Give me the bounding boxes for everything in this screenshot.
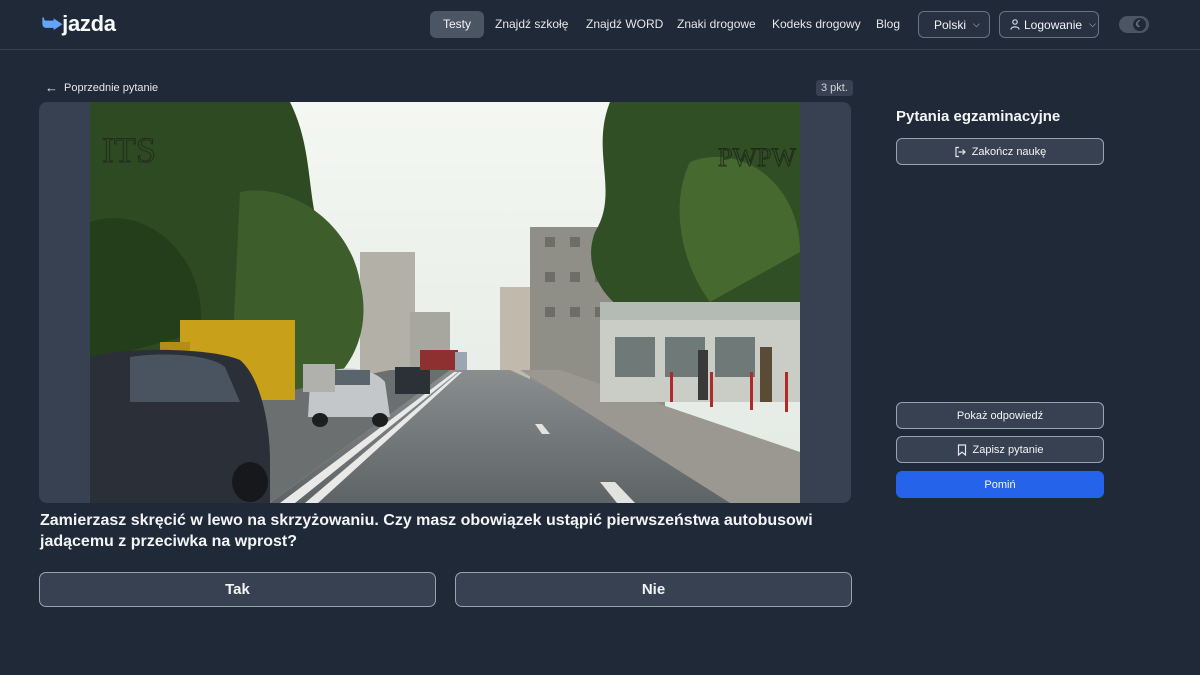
logo[interactable]: ⮩jazda	[42, 11, 116, 37]
user-icon	[1010, 19, 1020, 30]
arrow-left-icon: ←	[45, 80, 58, 95]
sidebar-title: Pytania egzaminacyjne	[896, 108, 1061, 125]
nav-testy[interactable]: Testy	[430, 11, 485, 38]
answer-nie-button[interactable]: Nie	[455, 572, 852, 607]
answer-tak-button[interactable]: Tak	[39, 572, 436, 607]
question-media: ITS PWPW	[39, 102, 851, 503]
watermark-its: ITS	[102, 130, 156, 170]
nav-blog[interactable]: Blog	[863, 11, 913, 38]
logout-icon	[955, 146, 966, 157]
watermark-pwpw: PWPW	[718, 143, 796, 172]
bookmark-icon	[957, 443, 966, 456]
show-answer-label: Pokaż odpowiedź	[956, 409, 1044, 422]
points-badge: 3 pkt.	[816, 80, 853, 96]
previous-question-link[interactable]: ← Poprzednie pytanie	[45, 80, 158, 95]
show-answer-button[interactable]: Pokaż odpowiedź	[896, 402, 1104, 429]
top-bar: ⮩jazda Testy Znajdź szkołę Znajdź WORD Z…	[0, 0, 1200, 50]
skip-label: Pomiń	[984, 478, 1016, 491]
language-select[interactable]: Polski ⌵	[918, 11, 990, 38]
save-question-button[interactable]: Zapisz pytanie	[896, 436, 1104, 463]
nav-znajdz-word[interactable]: Znajdź WORD	[573, 11, 676, 38]
language-label: Polski	[934, 17, 967, 32]
save-question-label: Zapisz pytanie	[972, 443, 1044, 456]
previous-question-label: Poprzednie pytanie	[64, 81, 159, 94]
chevron-down-icon: ⌵	[1089, 19, 1096, 29]
login-label: Logowanie	[1024, 17, 1083, 32]
nav-znaki-drogowe[interactable]: Znaki drogowe	[664, 11, 769, 38]
nav-znajdz-szkole[interactable]: Znajdź szkołę	[482, 11, 581, 38]
moon-icon: ☾	[1133, 18, 1146, 31]
nav-kodeks-drogowy[interactable]: Kodeks drogowy	[759, 11, 874, 38]
theme-toggle[interactable]: ☾	[1119, 16, 1149, 33]
chevron-down-icon: ⌵	[973, 19, 980, 29]
login-dropdown[interactable]: Logowanie ⌵	[999, 11, 1099, 38]
road-scene-image: ITS PWPW	[90, 102, 800, 503]
question-text: Zamierzasz skręcić w lewo na skrzyżowani…	[40, 512, 813, 550]
skip-button[interactable]: Pomiń	[896, 471, 1104, 498]
finish-learning-label: Zakończ naukę	[971, 145, 1047, 158]
finish-learning-button[interactable]: Zakończ naukę	[896, 138, 1104, 165]
